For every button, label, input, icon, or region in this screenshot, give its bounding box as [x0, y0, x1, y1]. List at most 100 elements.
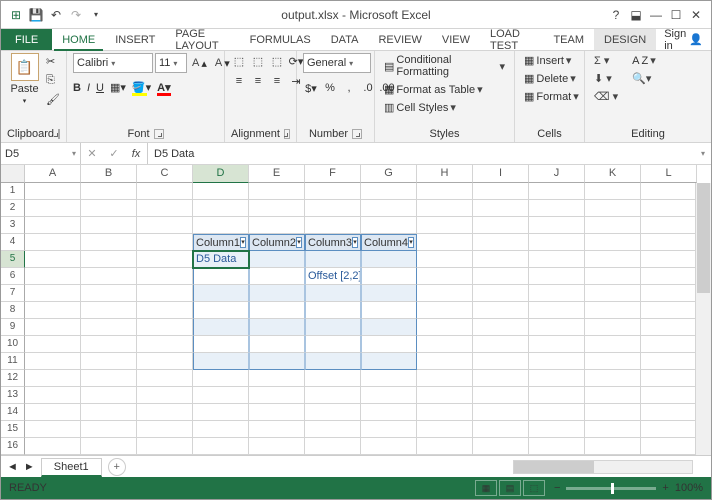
- cell-F1[interactable]: [305, 183, 361, 200]
- col-header-A[interactable]: A: [25, 165, 81, 183]
- conditional-formatting-button[interactable]: ▤Conditional Formatting ▾: [381, 53, 508, 79]
- cell-H14[interactable]: [417, 404, 473, 421]
- cell-F13[interactable]: [305, 387, 361, 404]
- normal-view-button[interactable]: ▦: [475, 480, 497, 496]
- col-header-G[interactable]: G: [361, 165, 417, 183]
- cell-A6[interactable]: [25, 268, 81, 285]
- cell-C14[interactable]: [137, 404, 193, 421]
- cell-I3[interactable]: [473, 217, 529, 234]
- cell-C3[interactable]: [137, 217, 193, 234]
- cell-B1[interactable]: [81, 183, 137, 200]
- cell-A5[interactable]: [25, 251, 81, 268]
- filter-dropdown-icon[interactable]: ▾: [408, 237, 414, 248]
- cell-D8[interactable]: [193, 302, 249, 319]
- cell-I8[interactable]: [473, 302, 529, 319]
- cell-A2[interactable]: [25, 200, 81, 217]
- col-header-E[interactable]: E: [249, 165, 305, 183]
- row-header-9[interactable]: 9: [1, 319, 25, 336]
- sheet-nav-next-icon[interactable]: ►: [24, 461, 35, 473]
- cell-C7[interactable]: [137, 285, 193, 302]
- cell-B11[interactable]: [81, 353, 137, 370]
- cell-J2[interactable]: [529, 200, 585, 217]
- cell-E3[interactable]: [249, 217, 305, 234]
- cell-J13[interactable]: [529, 387, 585, 404]
- row-header-2[interactable]: 2: [1, 200, 25, 217]
- cell-B13[interactable]: [81, 387, 137, 404]
- cell-E4[interactable]: Column2▾: [249, 234, 305, 251]
- cell-A4[interactable]: [25, 234, 81, 251]
- row-header-5[interactable]: 5: [1, 251, 25, 268]
- help-icon[interactable]: ?: [607, 6, 625, 24]
- accept-formula-icon[interactable]: ✓: [103, 147, 125, 160]
- cell-D4[interactable]: Column1▾: [193, 234, 249, 251]
- cell-I11[interactable]: [473, 353, 529, 370]
- cell-A15[interactable]: [25, 421, 81, 438]
- cell-D1[interactable]: [193, 183, 249, 200]
- tab-team[interactable]: TEAM: [543, 29, 594, 50]
- cell-I13[interactable]: [473, 387, 529, 404]
- col-header-C[interactable]: C: [137, 165, 193, 183]
- font-family-combo[interactable]: Calibri▾: [73, 53, 153, 73]
- paste-button[interactable]: 📋 Paste ▾: [7, 53, 42, 105]
- cell-I6[interactable]: [473, 268, 529, 285]
- cell-L15[interactable]: [641, 421, 697, 438]
- zoom-slider[interactable]: [566, 487, 656, 490]
- cell-C1[interactable]: [137, 183, 193, 200]
- cell-A9[interactable]: [25, 319, 81, 336]
- cell-K15[interactable]: [585, 421, 641, 438]
- cell-H11[interactable]: [417, 353, 473, 370]
- cell-L10[interactable]: [641, 336, 697, 353]
- cell-D13[interactable]: [193, 387, 249, 404]
- tab-view[interactable]: VIEW: [432, 29, 480, 50]
- cell-G2[interactable]: [361, 200, 417, 217]
- cell-F9[interactable]: [305, 319, 361, 336]
- redo-icon[interactable]: ↷: [67, 6, 85, 24]
- cell-B12[interactable]: [81, 370, 137, 387]
- cell-L13[interactable]: [641, 387, 697, 404]
- align-top-icon[interactable]: ⬚: [231, 53, 247, 69]
- cell-L12[interactable]: [641, 370, 697, 387]
- page-layout-view-button[interactable]: ▤: [499, 480, 521, 496]
- filter-dropdown-icon[interactable]: ▾: [352, 237, 358, 248]
- cell-K12[interactable]: [585, 370, 641, 387]
- cell-K6[interactable]: [585, 268, 641, 285]
- cell-A13[interactable]: [25, 387, 81, 404]
- sheet-nav-prev-icon[interactable]: ◄: [7, 461, 18, 473]
- cell-C11[interactable]: [137, 353, 193, 370]
- cell-L3[interactable]: [641, 217, 697, 234]
- cell-G1[interactable]: [361, 183, 417, 200]
- new-sheet-button[interactable]: +: [108, 458, 126, 476]
- cell-H5[interactable]: [417, 251, 473, 268]
- bold-button[interactable]: B: [73, 82, 81, 94]
- row-header-1[interactable]: 1: [1, 183, 25, 200]
- cell-I10[interactable]: [473, 336, 529, 353]
- tab-design[interactable]: DESIGN: [594, 29, 656, 50]
- cell-styles-button[interactable]: ▥Cell Styles ▾: [381, 100, 459, 115]
- cell-G6[interactable]: [361, 268, 417, 285]
- cell-E16[interactable]: [249, 438, 305, 455]
- cell-G9[interactable]: [361, 319, 417, 336]
- tab-formulas[interactable]: FORMULAS: [240, 29, 321, 50]
- cell-G12[interactable]: [361, 370, 417, 387]
- cell-B5[interactable]: [81, 251, 137, 268]
- cell-E6[interactable]: [249, 268, 305, 285]
- cell-E10[interactable]: [249, 336, 305, 353]
- cell-C4[interactable]: [137, 234, 193, 251]
- tab-data[interactable]: DATA: [321, 29, 369, 50]
- row-header-3[interactable]: 3: [1, 217, 25, 234]
- tab-review[interactable]: REVIEW: [368, 29, 431, 50]
- cell-C16[interactable]: [137, 438, 193, 455]
- cell-G8[interactable]: [361, 302, 417, 319]
- cell-L16[interactable]: [641, 438, 697, 455]
- ribbon-options-icon[interactable]: ⬓: [627, 6, 645, 24]
- cell-C15[interactable]: [137, 421, 193, 438]
- cell-F16[interactable]: [305, 438, 361, 455]
- grow-font-icon[interactable]: A▴: [189, 56, 210, 71]
- cell-H9[interactable]: [417, 319, 473, 336]
- cell-G11[interactable]: [361, 353, 417, 370]
- cell-A1[interactable]: [25, 183, 81, 200]
- row-header-15[interactable]: 15: [1, 421, 25, 438]
- cell-F5[interactable]: [305, 251, 361, 268]
- cell-B9[interactable]: [81, 319, 137, 336]
- vertical-scrollbar[interactable]: [695, 183, 711, 455]
